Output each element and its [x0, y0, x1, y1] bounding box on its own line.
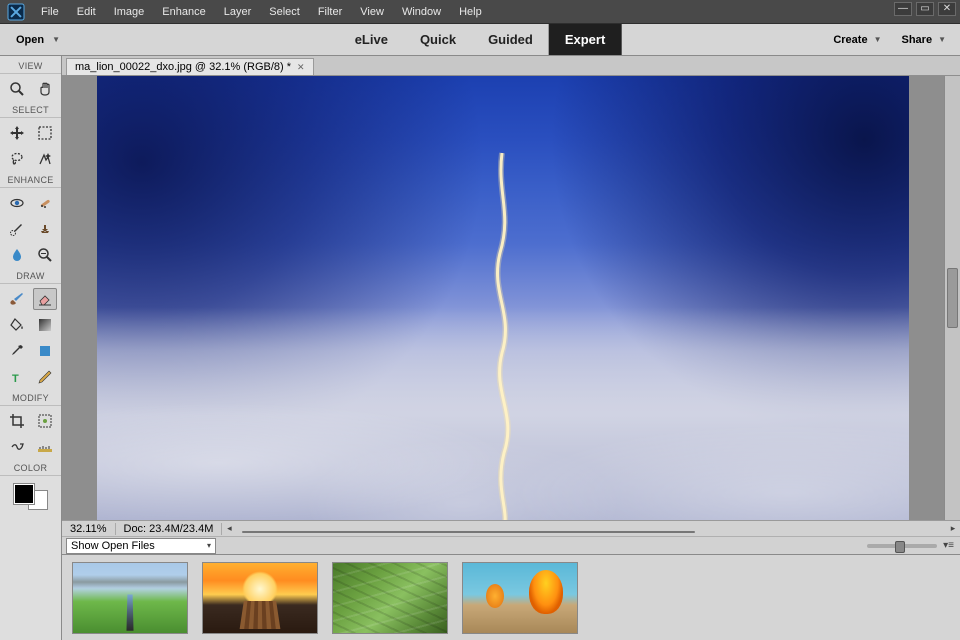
menu-image[interactable]: Image [105, 0, 154, 24]
spot-heal-tool[interactable] [33, 192, 57, 214]
vertical-scroll-thumb[interactable] [947, 268, 958, 328]
tab-quick[interactable]: Quick [404, 24, 472, 55]
photo-bin [62, 554, 960, 640]
canvas-image[interactable] [97, 76, 909, 520]
svg-text:T: T [12, 373, 19, 385]
eyedropper-tool[interactable] [5, 340, 29, 362]
menu-enhance[interactable]: Enhance [153, 0, 214, 24]
photobin-thumb-4[interactable] [462, 562, 578, 634]
open-files-row: Show Open Files ▾≡ [62, 536, 960, 554]
menu-layer[interactable]: Layer [215, 0, 261, 24]
status-bar: 32.11% Doc: 23.4M/23.4M ◂ ▸ [62, 520, 960, 536]
clone-stamp-tool[interactable] [33, 218, 57, 240]
document-tab-title: ma_lion_00022_dxo.jpg @ 32.1% (RGB/8) * [75, 61, 291, 73]
hand-tool[interactable] [33, 78, 57, 100]
marquee-tool[interactable] [33, 122, 57, 144]
share-label: Share [902, 34, 933, 46]
zoom-readout[interactable]: 32.11% [62, 523, 116, 535]
open-label: Open [16, 34, 44, 46]
section-color: COLOR [0, 463, 61, 476]
document-tab[interactable]: ma_lion_00022_dxo.jpg @ 32.1% (RGB/8) * … [66, 58, 314, 75]
crop-tool[interactable] [5, 410, 29, 432]
create-label: Create [833, 34, 867, 46]
mode-tabs: eLive Quick Guided Expert [339, 24, 622, 55]
menu-help[interactable]: Help [450, 0, 491, 24]
share-button[interactable]: Share ▼ [894, 30, 955, 50]
horizontal-scroll-thumb[interactable] [242, 531, 695, 533]
section-select: SELECT [0, 105, 61, 118]
menu-file[interactable]: File [32, 0, 68, 24]
photobin-thumb-1[interactable] [72, 562, 188, 634]
section-modify: MODIFY [0, 393, 61, 406]
photobin-thumb-3[interactable] [332, 562, 448, 634]
gradient-tool[interactable] [33, 314, 57, 336]
section-view: VIEW [0, 61, 61, 74]
sponge-tool[interactable] [33, 244, 57, 266]
blur-tool[interactable] [5, 244, 29, 266]
open-files-dropdown[interactable]: Show Open Files [66, 538, 216, 554]
canvas-scroll[interactable] [62, 76, 944, 520]
menu-select[interactable]: Select [260, 0, 309, 24]
modebar-right: Create ▼ Share ▼ [825, 30, 954, 50]
app-logo-icon [0, 0, 32, 24]
redeye-tool[interactable] [5, 192, 29, 214]
close-button[interactable]: ✕ [938, 2, 956, 16]
caret-down-icon: ▼ [52, 35, 60, 44]
content-move-tool[interactable] [5, 436, 29, 458]
canvas-viewport [62, 76, 960, 520]
window-controls: — ▭ ✕ [894, 2, 956, 16]
text-tool[interactable]: T [5, 366, 29, 388]
open-files-dropdown-label: Show Open Files [71, 540, 155, 552]
color-swatch[interactable] [12, 482, 50, 512]
brush-tool[interactable] [5, 288, 29, 310]
lasso-tool[interactable] [5, 148, 29, 170]
eraser-tool[interactable] [33, 288, 57, 310]
body-row: VIEW SELECT ENHANCE DRAW [0, 56, 960, 640]
menu-filter[interactable]: Filter [309, 0, 351, 24]
straighten-tool[interactable] [33, 436, 57, 458]
menu-view[interactable]: View [351, 0, 393, 24]
open-button[interactable]: Open ▼ [6, 30, 70, 50]
doc-info-readout[interactable]: Doc: 23.4M/23.4M [116, 523, 223, 535]
zoom-tool[interactable] [5, 78, 29, 100]
paint-bucket-tool[interactable] [5, 314, 29, 336]
tab-elive[interactable]: eLive [339, 24, 404, 55]
caret-down-icon: ▼ [938, 35, 946, 44]
shape-tool[interactable] [33, 340, 57, 362]
move-tool[interactable] [5, 122, 29, 144]
scroll-right-icon[interactable]: ▸ [946, 523, 960, 534]
tab-expert[interactable]: Expert [549, 24, 621, 55]
minimize-button[interactable]: — [894, 2, 912, 16]
maximize-button[interactable]: ▭ [916, 2, 934, 16]
menu-edit[interactable]: Edit [68, 0, 105, 24]
foreground-color-swatch[interactable] [14, 484, 34, 504]
document-tabs: ma_lion_00022_dxo.jpg @ 32.1% (RGB/8) * … [62, 56, 960, 76]
photobin-thumb-2[interactable] [202, 562, 318, 634]
thumbnail-size-slider[interactable] [867, 544, 937, 548]
menubar: File Edit Image Enhance Layer Select Fil… [0, 0, 960, 24]
caret-down-icon: ▼ [874, 35, 882, 44]
tab-guided[interactable]: Guided [472, 24, 549, 55]
tool-panel: VIEW SELECT ENHANCE DRAW [0, 56, 62, 640]
vertical-scrollbar[interactable] [944, 76, 960, 520]
section-enhance: ENHANCE [0, 175, 61, 188]
quick-select-tool[interactable] [33, 148, 57, 170]
scroll-left-icon[interactable]: ◂ [222, 523, 236, 534]
close-tab-icon[interactable]: ✕ [297, 62, 305, 73]
canvas-area: ma_lion_00022_dxo.jpg @ 32.1% (RGB/8) * … [62, 56, 960, 640]
photobin-menu-icon[interactable]: ▾≡ [941, 540, 956, 551]
recompose-tool[interactable] [33, 410, 57, 432]
smart-brush-tool[interactable] [5, 218, 29, 240]
create-button[interactable]: Create ▼ [825, 30, 889, 50]
menu-window[interactable]: Window [393, 0, 450, 24]
pencil-tool[interactable] [33, 366, 57, 388]
section-draw: DRAW [0, 271, 61, 284]
modebar: Open ▼ eLive Quick Guided Expert Create … [0, 24, 960, 56]
